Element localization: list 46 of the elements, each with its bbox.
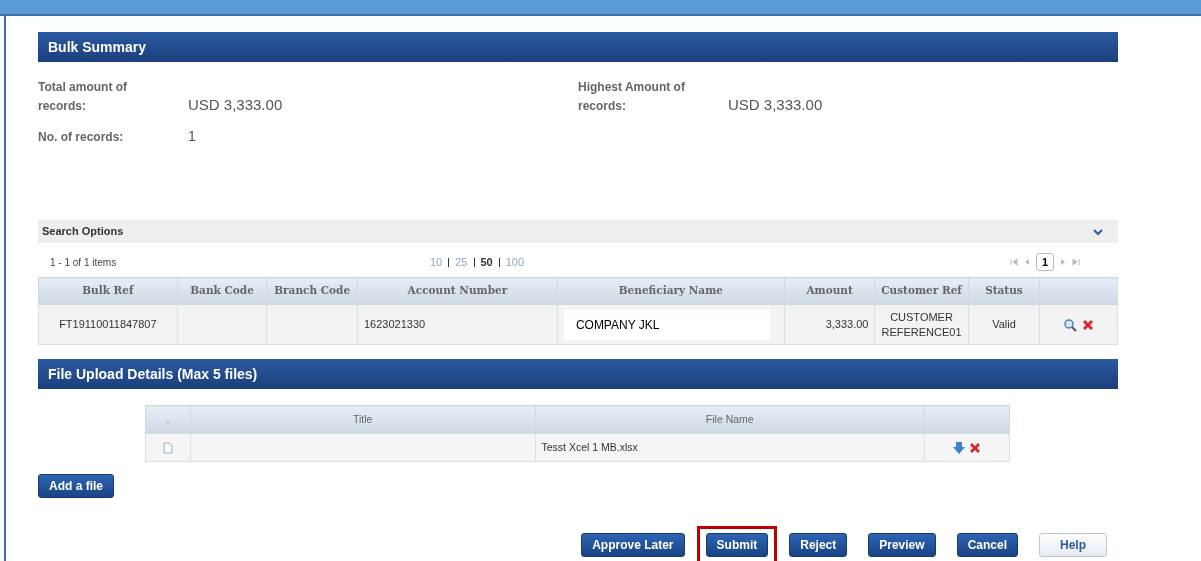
column-header: Amount	[784, 277, 875, 305]
download-icon[interactable]	[952, 441, 967, 456]
table-cell: Valid	[968, 304, 1040, 345]
document-icon	[163, 442, 173, 455]
first-page-icon[interactable]	[1010, 258, 1018, 266]
field-value: USD 3,333.00	[188, 94, 283, 115]
field-value: USD 3,333.00	[728, 94, 823, 115]
column-header: Account Number	[357, 277, 558, 305]
column-header: .	[145, 405, 191, 434]
action-button[interactable]: Reject	[789, 533, 848, 557]
next-page-icon[interactable]	[1060, 258, 1067, 266]
last-page-icon[interactable]	[1072, 258, 1081, 266]
column-header: Branch Code	[266, 277, 358, 305]
table-cell: Tesst Xcel 1 MB.xlsx	[535, 433, 925, 462]
add-file-button[interactable]: Add a file	[38, 474, 114, 498]
section-header: File Upload Details (Max 5 files)	[38, 359, 1118, 389]
field-value: 1	[188, 127, 196, 146]
field-label: Total amount of records:	[38, 79, 129, 115]
search-options-label: Search Options	[42, 224, 124, 239]
table-cell: CUSTOMER REFERENCE01	[875, 304, 969, 345]
column-header: Bulk Ref	[38, 277, 178, 305]
table-cell: FT19110011847807	[38, 304, 178, 345]
column-header: Beneficiary Name	[557, 277, 785, 305]
field-label: No. of records:	[38, 129, 125, 146]
action-button[interactable]: Cancel	[956, 533, 1018, 557]
field-label: Highest Amount of records:	[578, 79, 686, 115]
table-cell: 3,333.00	[784, 304, 875, 345]
action-button[interactable]: Submit	[705, 533, 769, 557]
beneficiary-name-field[interactable]: COMPANY JKL	[563, 309, 770, 340]
search-options-bar[interactable]: Search Options	[38, 220, 1118, 245]
page-size-link[interactable]: 50	[480, 253, 493, 271]
previous-page-icon[interactable]	[1024, 258, 1030, 266]
table-cell: 1623021330	[357, 304, 558, 345]
action-button[interactable]: Approve Later	[581, 533, 685, 557]
item-count: 1 - 1 of 1 items	[50, 255, 118, 270]
action-button[interactable]: Preview	[868, 533, 936, 557]
page-number[interactable]: 1	[1036, 252, 1055, 272]
action-button[interactable]: Help	[1039, 533, 1107, 557]
column-header: File Name	[535, 405, 925, 434]
column-header: Status	[968, 277, 1040, 305]
column-header: Bank Code	[177, 277, 267, 305]
section-header: Bulk Summary	[38, 32, 1118, 62]
delete-icon[interactable]	[968, 441, 983, 456]
search-icon[interactable]	[1062, 318, 1077, 333]
column-header: Title	[190, 405, 536, 434]
column-header: Customer Ref	[875, 277, 969, 305]
